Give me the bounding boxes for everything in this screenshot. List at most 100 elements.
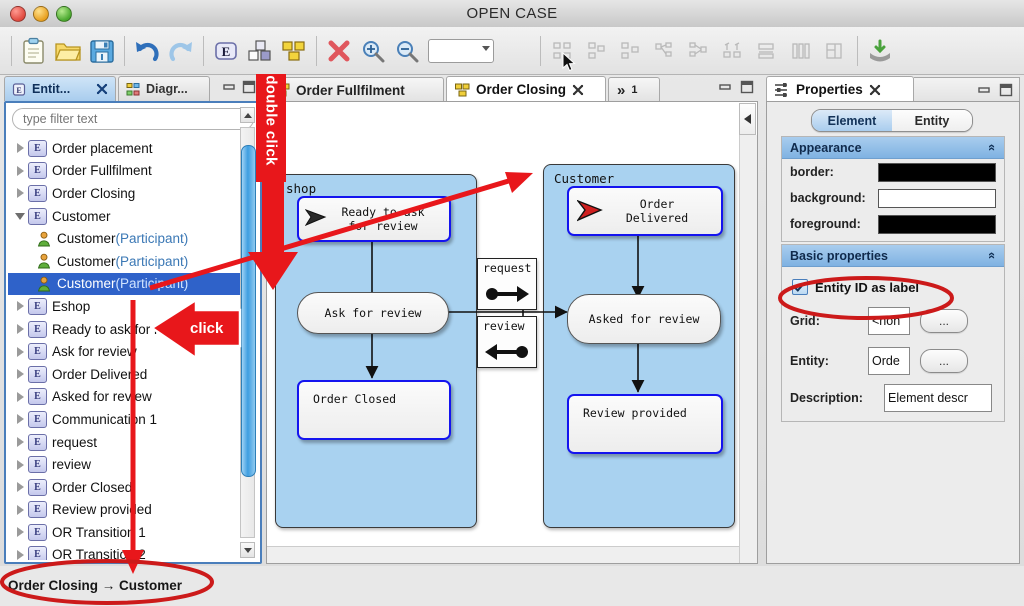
diagram-icon[interactable] <box>277 31 311 71</box>
minimize-button[interactable] <box>33 6 49 22</box>
maximize-view-icon[interactable] <box>242 80 256 94</box>
layout-rows-icon[interactable] <box>750 31 784 71</box>
tree-item[interactable]: E Order Delivered <box>8 363 240 386</box>
tab-entities[interactable]: E Entit... <box>4 76 116 101</box>
border-color-swatch[interactable] <box>878 162 996 182</box>
entity-id-as-label-row[interactable]: Entity ID as label <box>782 273 1004 301</box>
chevron-down-icon[interactable] <box>12 212 28 220</box>
zoom-in-icon[interactable] <box>356 31 390 71</box>
description-input[interactable]: Element descr <box>884 384 992 412</box>
save-icon[interactable] <box>85 31 119 71</box>
chevron-right-icon[interactable] <box>12 482 28 493</box>
tree-item[interactable]: E Review provided <box>8 499 240 522</box>
node-order-closed[interactable]: Order Closed <box>297 380 451 440</box>
tree-item[interactable]: E Asked for review <box>8 386 240 409</box>
message-review[interactable]: review <box>477 316 537 368</box>
maximize-properties-icon[interactable] <box>999 83 1013 97</box>
chevron-up-icon[interactable]: « <box>985 144 1000 151</box>
tree-item[interactable]: E Order Closing <box>8 182 240 205</box>
tree-item[interactable]: E Ask for review <box>8 340 240 363</box>
distribute-h-icon[interactable] <box>648 31 682 71</box>
tree-item[interactable]: E Customer <box>8 205 240 228</box>
message-request[interactable]: request <box>477 258 537 310</box>
export-icon[interactable] <box>863 31 897 71</box>
node-ready-to-ask-for-review[interactable]: Ready to ask for review <box>297 196 451 242</box>
appearance-header[interactable]: Appearance « <box>782 137 1004 159</box>
chevron-right-icon[interactable] <box>12 369 28 380</box>
chevron-right-icon[interactable] <box>12 143 28 154</box>
tree-item[interactable]: Erequest <box>8 431 240 454</box>
scrollbar-thumb[interactable] <box>241 145 256 477</box>
tab-properties[interactable]: Properties <box>766 76 914 102</box>
minimize-editor-icon[interactable] <box>718 80 732 94</box>
zoom-out-icon[interactable] <box>390 31 424 71</box>
tab-order-closing[interactable]: Order Closing <box>446 76 606 102</box>
diagram-canvas[interactable]: shop Customer Ready to ask for review As… <box>266 101 758 564</box>
zoom-level-combo[interactable] <box>428 38 494 63</box>
redo-icon[interactable] <box>164 31 198 71</box>
chevron-right-icon[interactable] <box>12 391 28 402</box>
scroll-up-button[interactable] <box>240 107 255 123</box>
minimize-view-icon[interactable] <box>222 80 236 94</box>
node-review-provided[interactable]: Review provided <box>567 394 723 454</box>
open-folder-icon[interactable] <box>51 31 85 71</box>
grid-input[interactable]: <non <box>868 307 910 335</box>
close-icon[interactable] <box>96 83 108 95</box>
minimize-properties-icon[interactable] <box>977 83 991 97</box>
node-asked-for-review[interactable]: Asked for review <box>567 294 721 344</box>
close-icon[interactable] <box>572 84 584 96</box>
match-width-icon[interactable] <box>716 31 750 71</box>
close-button[interactable] <box>10 6 26 22</box>
canvas-horizontal-scrollbar[interactable] <box>267 546 739 563</box>
canvas-vertical-scrollbar[interactable] <box>739 135 757 563</box>
align-center-icon[interactable] <box>580 31 614 71</box>
node-order-delivered[interactable]: Order Delivered <box>567 186 723 236</box>
tab-order-fullfilment[interactable]: Order Fullfilment <box>266 77 444 102</box>
chevron-up-icon[interactable]: « <box>985 252 1000 259</box>
chevron-right-icon[interactable] <box>12 165 28 176</box>
chevron-right-icon[interactable] <box>12 414 28 425</box>
chevron-right-icon[interactable] <box>12 188 28 199</box>
entity-id-as-label-checkbox[interactable] <box>792 279 808 295</box>
scroll-down-button[interactable] <box>240 542 255 558</box>
tree-item[interactable]: Ereview <box>8 453 240 476</box>
tree-item[interactable]: E OR Transition 1 <box>8 521 240 544</box>
tab-overflow[interactable]: » 1 <box>608 77 660 102</box>
tab-diagrams[interactable]: Diagr... <box>118 76 210 101</box>
entity-input[interactable]: Orde <box>868 347 910 375</box>
blocks-icon[interactable] <box>243 31 277 71</box>
align-right-icon[interactable] <box>614 31 648 71</box>
entities-tree[interactable]: E Order placement E Order Fullfilment E Order… <box>8 137 240 560</box>
tree-item[interactable]: Customer (Participant) <box>8 227 240 250</box>
entity-browse-button[interactable]: ... <box>920 349 968 373</box>
chevron-right-icon[interactable] <box>12 301 28 312</box>
chevron-right-icon[interactable] <box>12 437 28 448</box>
chevron-right-icon[interactable] <box>12 504 28 515</box>
tree-item[interactable]: E Order Closed <box>8 476 240 499</box>
segment-entity[interactable]: Entity <box>892 110 972 131</box>
node-ask-for-review[interactable]: Ask for review <box>297 292 449 334</box>
undo-icon[interactable] <box>130 31 164 71</box>
tree-item[interactable]: E Eshop <box>8 295 240 318</box>
zoom-button[interactable] <box>56 6 72 22</box>
new-icon[interactable] <box>17 31 51 71</box>
grid-browse-button[interactable]: ... <box>920 309 968 333</box>
delete-icon[interactable] <box>322 31 356 71</box>
chevron-right-icon[interactable] <box>12 549 28 560</box>
basic-properties-header[interactable]: Basic properties « <box>782 245 1004 267</box>
maximize-editor-icon[interactable] <box>740 80 754 94</box>
tree-item[interactable]: E Order Fullfilment <box>8 160 240 183</box>
entity-icon[interactable]: E <box>209 31 243 71</box>
tree-item[interactable]: E Communication 1 <box>8 408 240 431</box>
layout-mixed-icon[interactable] <box>818 31 852 71</box>
chevron-right-icon[interactable] <box>12 346 28 357</box>
element-entity-switch[interactable]: Element Entity <box>811 109 973 132</box>
tree-item[interactable]: E Order placement <box>8 137 240 160</box>
tree-item[interactable]: Customer (Participant) <box>8 272 240 296</box>
tree-item[interactable]: E OR Transition 2 <box>8 544 240 560</box>
tree-item[interactable]: Customer (Participant) <box>8 250 240 273</box>
segment-element[interactable]: Element <box>812 110 892 131</box>
window-controls[interactable] <box>10 6 72 22</box>
chevron-right-icon[interactable] <box>12 527 28 538</box>
close-icon[interactable] <box>869 84 881 96</box>
